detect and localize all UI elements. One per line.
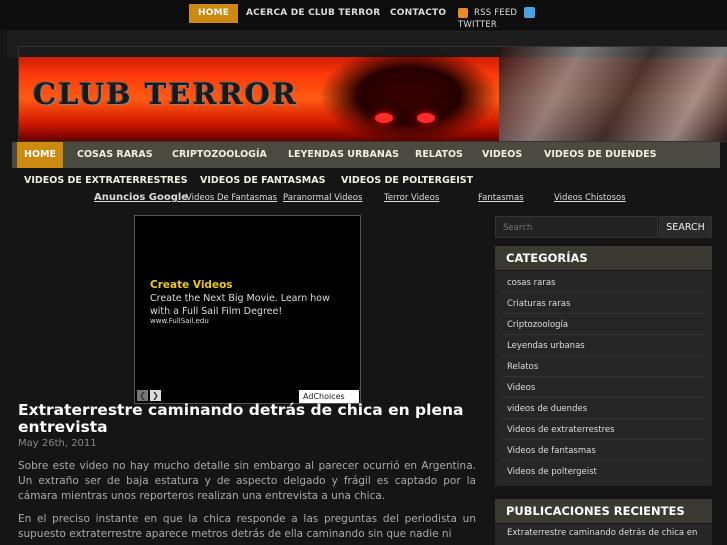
category-item[interactable]: Relatos [502, 357, 705, 377]
recent-posts-heading: PUBLICACIONES RECIENTES [495, 499, 712, 523]
recent-posts-list: Extraterrestre caminando detrás de chica… [495, 524, 712, 545]
banner-texture [499, 47, 727, 141]
ad-prev-icon[interactable]: ❮ [137, 390, 148, 401]
ad-text: Create the Next Big Movie. Learn how wit… [150, 293, 330, 317]
main-nav: HOME COSAS RARAS CRIPTOZOOLOGÍA LEYENDAS… [12, 142, 720, 168]
search-input[interactable]: Search [495, 216, 658, 238]
main-nav-row2: VIDEOS DE EXTRATERRESTRES VIDEOS DE FANT… [12, 168, 720, 192]
category-item[interactable]: videos de duendes [502, 399, 705, 419]
main-nav-leyendas-urbanas[interactable]: LEYENDAS URBANAS [288, 142, 399, 168]
post-date: May 26th, 2011 [18, 438, 97, 449]
main-nav-cosas-raras[interactable]: COSAS RARAS [77, 142, 153, 168]
category-item[interactable]: cosas raras [502, 273, 705, 293]
category-item[interactable]: Leyendas urbanas [502, 336, 705, 356]
ad-link[interactable]: Videos Chistosos [554, 193, 626, 203]
monster-image [319, 55, 499, 141]
category-item[interactable]: Criaturas raras [502, 294, 705, 314]
ad-link[interactable]: Fantasmas [478, 193, 524, 203]
ad-link[interactable]: Paranormal Videos [283, 193, 362, 203]
categories-heading: CATEGORÍAS [495, 246, 712, 270]
search-button[interactable]: SEARCH [659, 216, 712, 238]
ad-link[interactable]: Videos De Fantasmas [186, 193, 277, 203]
top-nav-contact[interactable]: CONTACTO [390, 4, 446, 23]
main-nav-relatos[interactable]: RELATOS [415, 142, 463, 168]
post-title[interactable]: Extraterrestre caminando detrás de chica… [18, 402, 478, 435]
top-nav-about[interactable]: ACERCA DE CLUB TERROR [246, 4, 380, 23]
ad-link[interactable]: Terror Videos [384, 193, 439, 203]
category-item[interactable]: Videos de poltergeist [502, 462, 705, 482]
ad-links-label[interactable]: Anuncios Google [94, 192, 188, 203]
ad-next-icon[interactable]: ❯ [150, 390, 161, 401]
top-nav-home[interactable]: HOME [189, 4, 239, 23]
top-nav: HOME ACERCA DE CLUB TERROR CONTACTO RSS … [0, 0, 727, 30]
ad-links-row: Anuncios Google Videos De Fantasmas Para… [0, 191, 727, 207]
twitter-icon[interactable] [524, 7, 535, 18]
main-nav-videos[interactable]: VIDEOS [482, 142, 522, 168]
monster-eye-left [375, 113, 393, 123]
site-banner[interactable]: CLUB TERROR [18, 46, 727, 142]
main-nav-home[interactable]: HOME [17, 142, 63, 168]
categories-list: cosas raras Criaturas raras Criptozoolog… [495, 271, 712, 486]
category-item[interactable]: Videos de fantasmas [502, 441, 705, 461]
main-nav-videos-duendes[interactable]: VIDEOS DE DUENDES [544, 142, 656, 168]
ad-box[interactable]: Create Videos Create the Next Big Movie.… [134, 215, 361, 404]
recent-post-item[interactable]: Extraterrestre caminando detrás de chica… [502, 528, 710, 538]
post-paragraph: Sobre este video no hay mucho detalle si… [18, 460, 476, 502]
category-item[interactable]: Videos [502, 378, 705, 398]
ad-url[interactable]: www.FullSail.edu [150, 317, 209, 325]
category-item[interactable]: Videos de extraterrestres [502, 420, 705, 440]
main-nav-criptozoologia[interactable]: CRIPTOZOOLOGÍA [172, 142, 267, 168]
category-item[interactable]: Criptozoología [502, 315, 705, 335]
ad-title[interactable]: Create Videos [150, 279, 233, 291]
site-logo-title[interactable]: CLUB TERROR [33, 77, 298, 111]
post-paragraph: En el preciso instante en que la chica r… [18, 513, 476, 540]
monster-eye-right [417, 113, 435, 123]
